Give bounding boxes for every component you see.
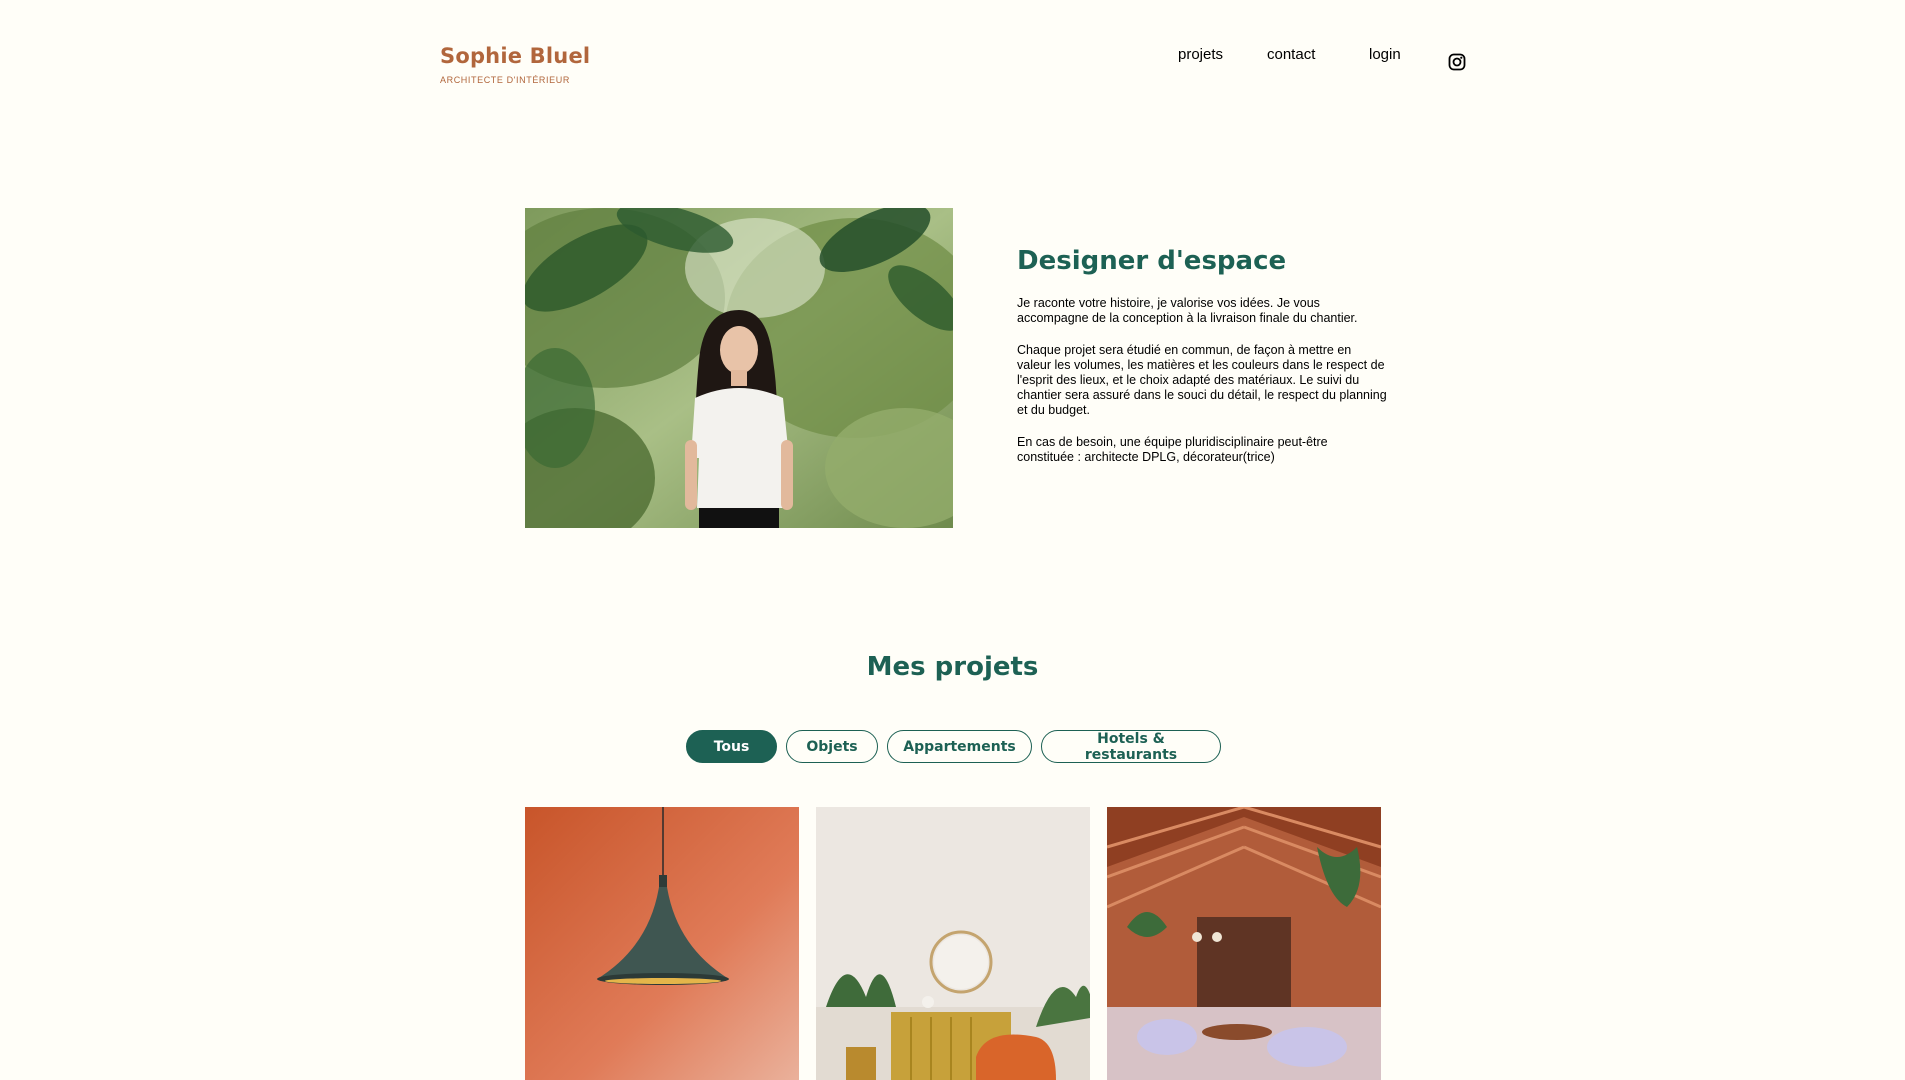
instagram-icon[interactable] (1448, 53, 1466, 71)
logo-title: Sophie Bluel (440, 44, 591, 68)
intro-paragraph: Je raconte votre histoire, je valorise v… (1017, 296, 1358, 325)
project-image-lamp[interactable] (525, 807, 799, 1080)
nav-link-contact[interactable]: contact (1267, 46, 1315, 63)
site-header: Sophie Bluel ARCHITECTE D'INTÉRIEUR proj… (0, 0, 1905, 110)
project-image-apartment[interactable] (816, 807, 1090, 1080)
logo-subtitle: ARCHITECTE D'INTÉRIEUR (440, 75, 570, 85)
intro-paragraph: Chaque projet sera étudié en commun, de … (1017, 343, 1387, 417)
portrait-photo (525, 208, 953, 528)
projects-title: Mes projets (866, 652, 1039, 682)
intro-title: Designer d'espace (1017, 246, 1287, 276)
filter-button-tous[interactable]: Tous (686, 730, 777, 763)
nav-link-login[interactable]: login (1369, 46, 1401, 63)
nav-link-projets[interactable]: projets (1178, 46, 1223, 63)
filter-button-appartements[interactable]: Appartements (887, 730, 1032, 763)
intro-paragraph: En cas de besoin, une équipe pluridiscip… (1017, 435, 1328, 464)
project-image-restaurant[interactable] (1107, 807, 1381, 1080)
filter-button-objets[interactable]: Objets (786, 730, 878, 763)
filter-button-hotels-restaurants[interactable]: Hotels & restaurants (1041, 730, 1221, 763)
logo[interactable]: Sophie Bluel ARCHITECTE D'INTÉRIEUR (440, 44, 590, 85)
project-gallery (525, 807, 1381, 1080)
introduction-text: Designer d'espace Je raconte votre histo… (1017, 246, 1387, 482)
filter-bar: Tous Objets Appartements Hotels & restau… (686, 730, 1221, 763)
